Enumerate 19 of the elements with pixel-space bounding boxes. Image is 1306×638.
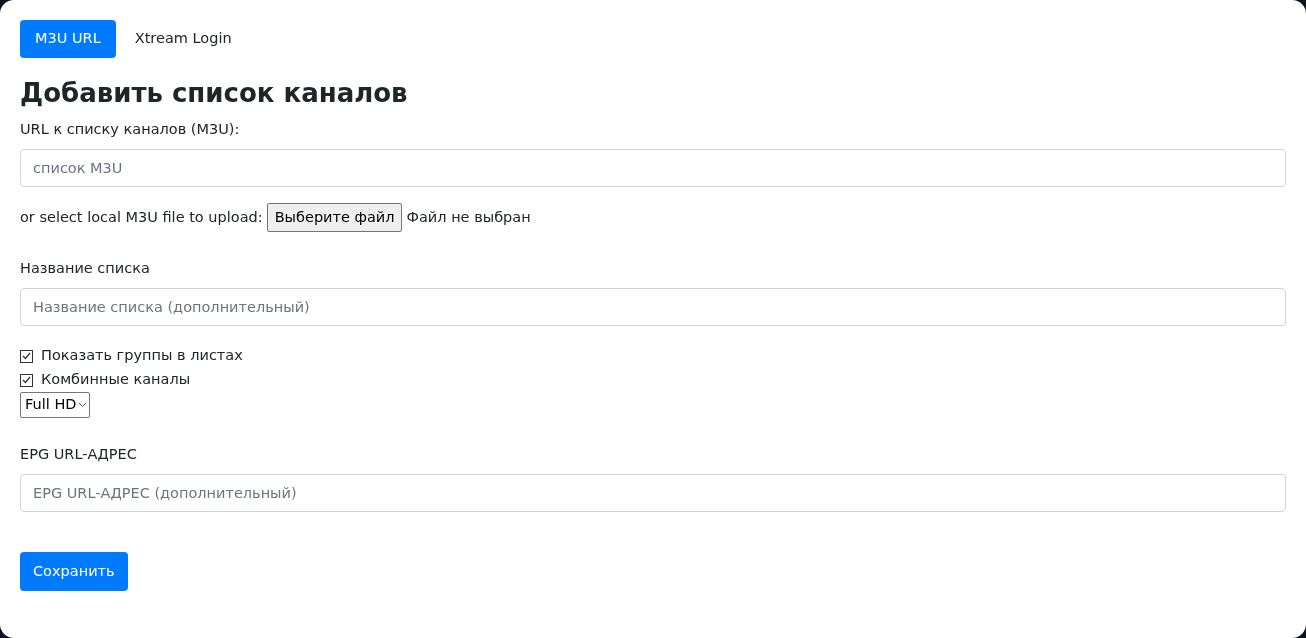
- chevron-down-icon: [78, 402, 88, 409]
- checkbox-label: Комбинные каналы: [41, 370, 191, 390]
- checkbox[interactable]: [20, 349, 33, 363]
- field-label: Название списка: [20, 259, 151, 279]
- tab[interactable]: M3U URL: [20, 20, 116, 58]
- upload-label: or select local M3U file to upload:: [20, 207, 263, 227]
- epg-url-input-field[interactable]: EPG URL-АДРЕС (дополнительный): [20, 473, 1286, 512]
- list-name-input-field[interactable]: Название списка (дополнительный): [20, 288, 1286, 327]
- field-label: EPG URL-АДРЕС: [20, 444, 138, 464]
- form-heading: Добавить список каналов: [20, 77, 409, 109]
- choose-file-button[interactable]: Выберите файл: [266, 202, 403, 233]
- checkbox-label: Показать группы в листах: [41, 346, 243, 366]
- tab[interactable]: Xtream Login: [119, 20, 247, 58]
- checkbox[interactable]: [20, 373, 33, 387]
- url-input-field[interactable]: список M3U: [20, 148, 1286, 187]
- save-button[interactable]: Сохранить: [20, 551, 128, 592]
- quality-select[interactable]: Full HD: [20, 392, 91, 418]
- file-status: Файл не выбран: [406, 207, 531, 227]
- field-label: URL к списку каналов (M3U):: [20, 119, 241, 139]
